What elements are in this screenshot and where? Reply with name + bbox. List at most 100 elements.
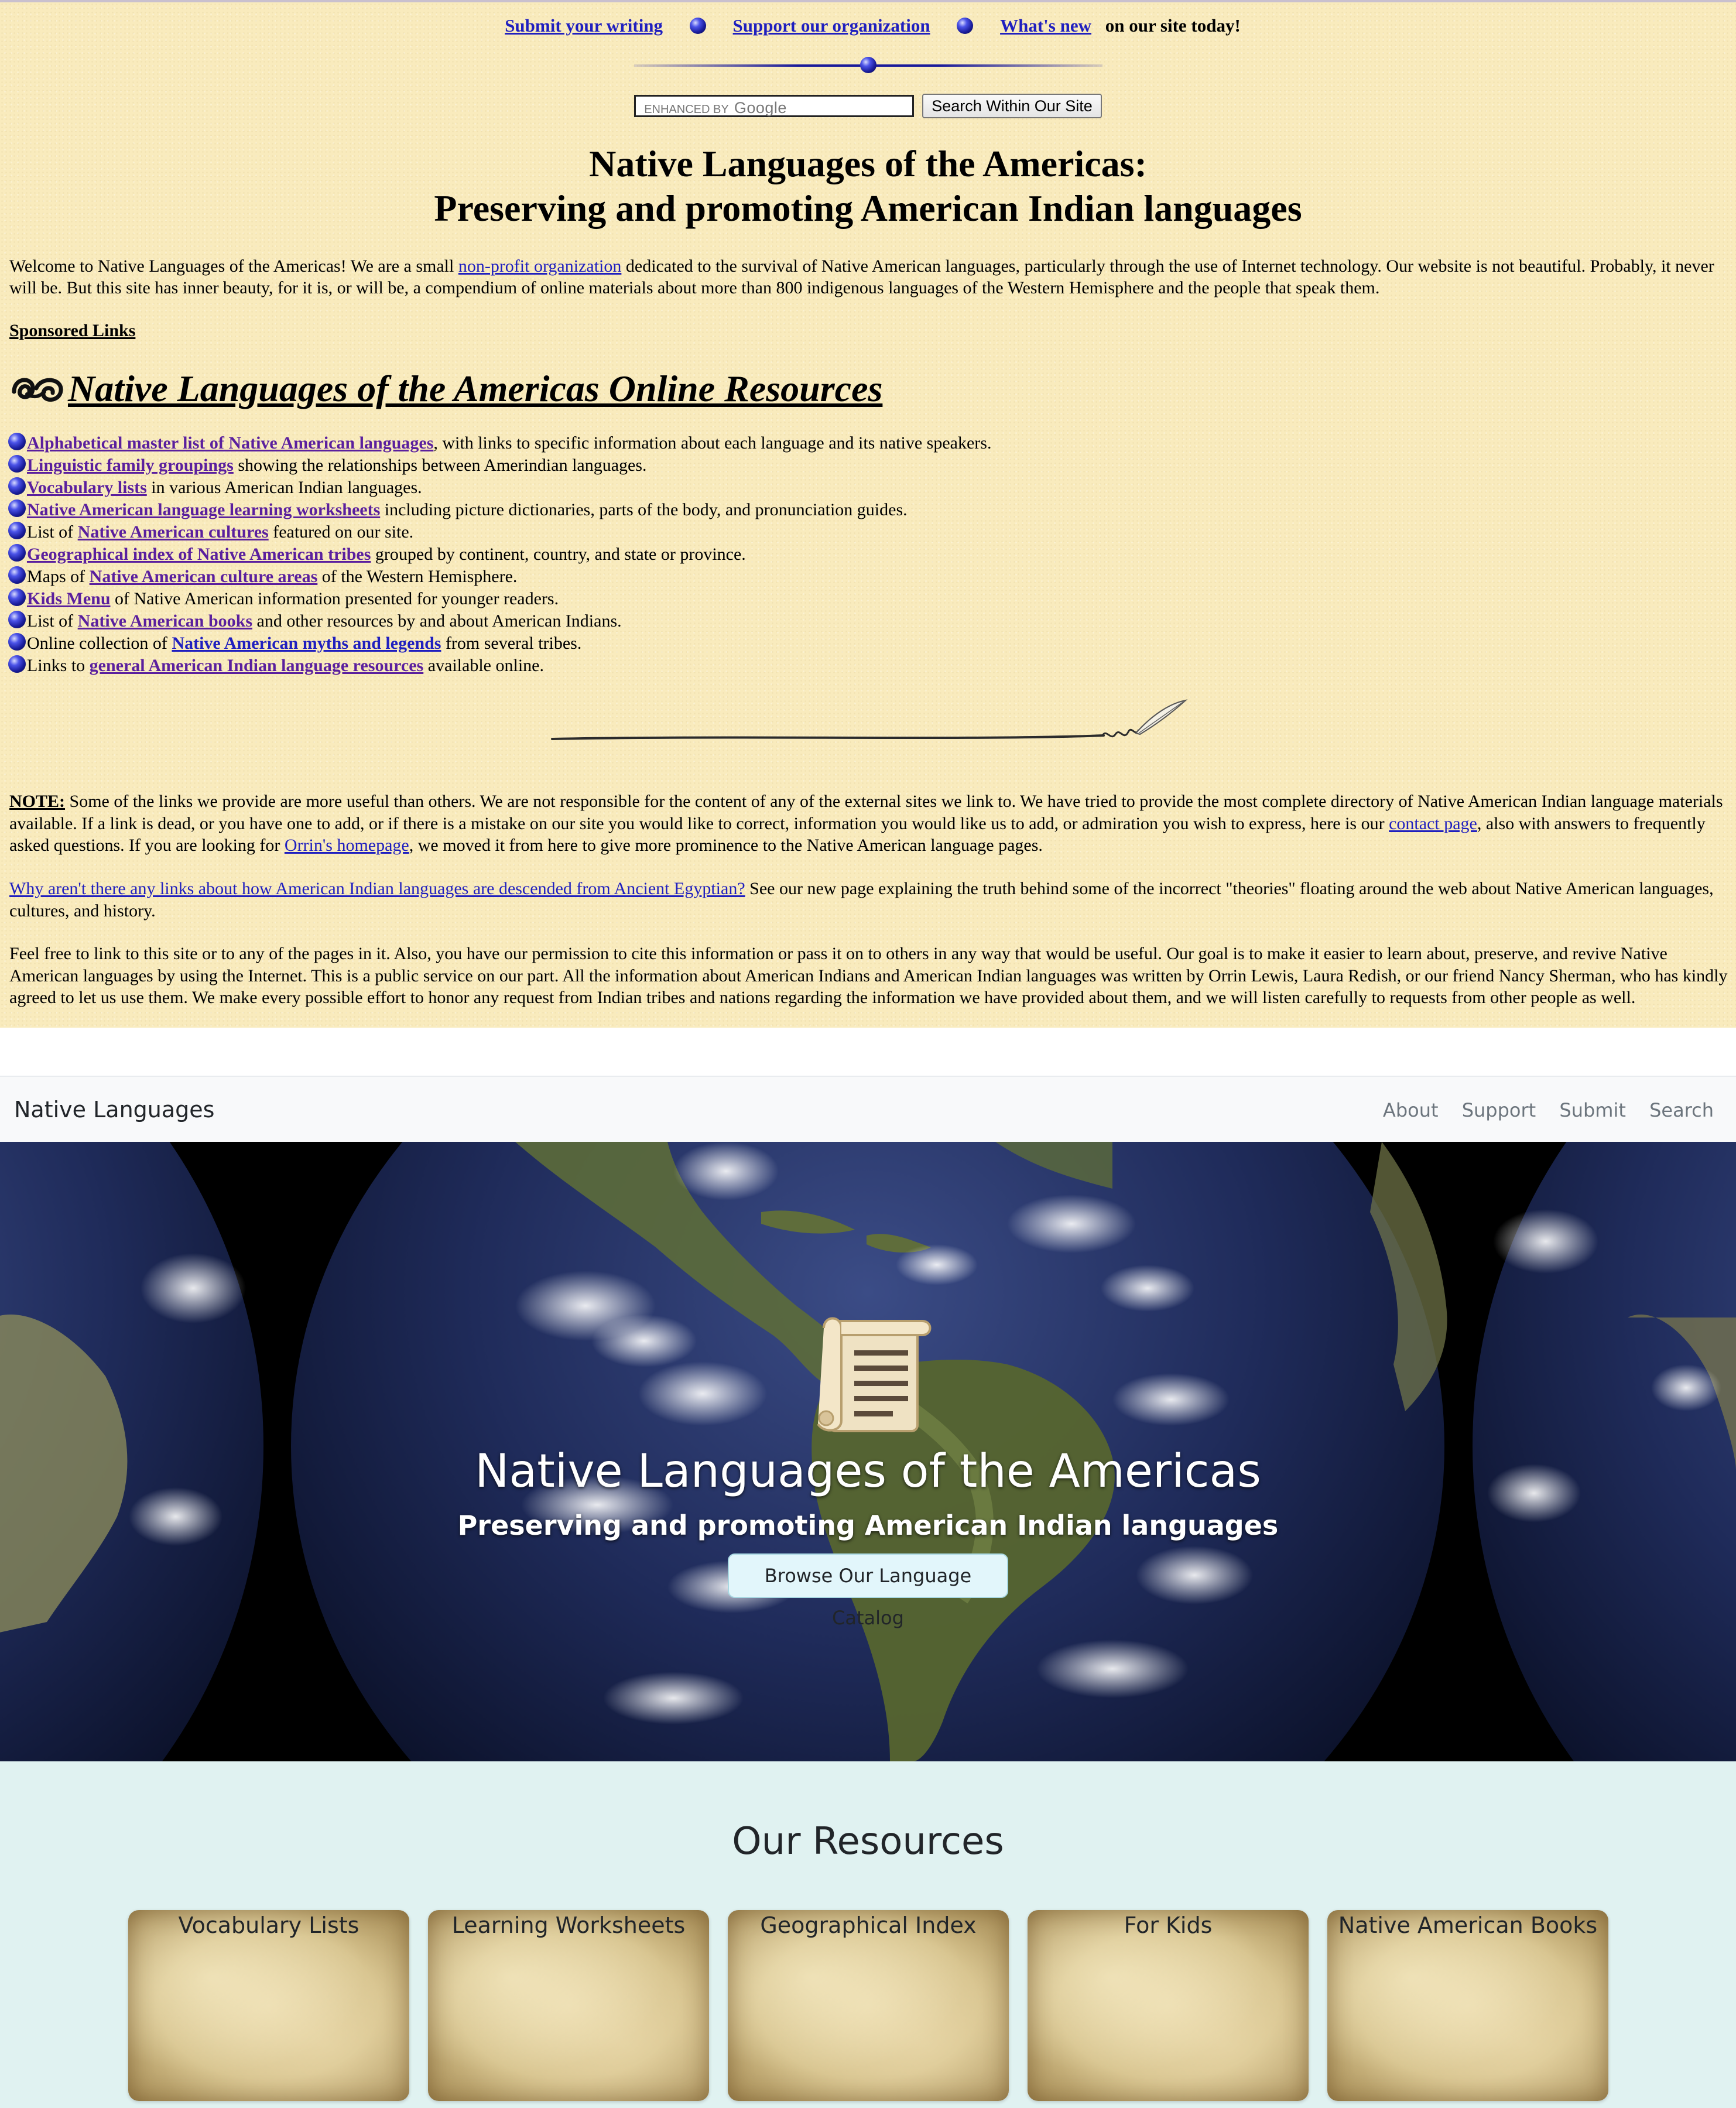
google-brand-text: Google <box>734 99 787 117</box>
contact-page-link[interactable]: contact page <box>1389 814 1477 833</box>
resource-list: Alphabetical master list of Native Ameri… <box>8 432 991 677</box>
culture-areas-link[interactable]: Native American culture areas <box>90 567 318 586</box>
list-item-post: from several tribes. <box>441 634 582 653</box>
list-item-post: of the Western Hemisphere. <box>317 567 518 586</box>
resource-card-books[interactable]: Native American Books <box>1327 1910 1608 2101</box>
page-title-line2: Preserving and promoting American Indian… <box>434 187 1302 229</box>
whats-new-tail-text: on our site today! <box>1105 15 1241 36</box>
blue-sphere-bullet-icon <box>8 655 26 673</box>
blue-sphere-bullet-icon <box>8 544 26 562</box>
egyptian-theory-link[interactable]: Why aren't there any links about how Ame… <box>9 879 745 898</box>
list-item: List of Native American cultures feature… <box>8 521 991 543</box>
page-title-line1: Native Languages of the Americas: <box>589 143 1147 184</box>
resource-card-title: Geographical Index <box>760 1912 977 1938</box>
list-item-pre: List of <box>27 611 78 631</box>
list-item-post: in various American Indian languages. <box>146 478 422 497</box>
resource-card-worksheets[interactable]: Learning Worksheets <box>428 1910 709 2101</box>
list-item-post: of Native American information presented… <box>110 589 559 608</box>
cultures-link[interactable]: Native American cultures <box>78 522 269 542</box>
blue-sphere-bullet-icon <box>8 566 26 584</box>
blue-sphere-bullet-icon <box>8 611 26 628</box>
kids-menu-link[interactable]: Kids Menu <box>27 589 111 608</box>
list-item: Kids Menu of Native American information… <box>8 588 991 610</box>
list-item: List of Native American books and other … <box>8 610 991 632</box>
nav-submit[interactable]: Submit <box>1559 1099 1626 1121</box>
resource-card-for-kids[interactable]: For Kids <box>1028 1910 1309 2101</box>
blue-sphere-bullet-icon <box>8 588 26 606</box>
family-groupings-link[interactable]: Linguistic family groupings <box>27 456 234 475</box>
non-profit-link[interactable]: non-profit organization <box>458 256 622 276</box>
nav-search[interactable]: Search <box>1649 1099 1714 1121</box>
resource-card-geographical-index[interactable]: Geographical Index <box>728 1910 1009 2101</box>
blue-sphere-bullet-icon <box>8 477 26 495</box>
page-title: Native Languages of the Americas: Preser… <box>0 142 1736 231</box>
navbar: Native Languages About Support Submit Se… <box>0 1076 1736 1142</box>
blue-sphere-bullet-icon <box>860 57 876 73</box>
list-item: Alphabetical master list of Native Ameri… <box>8 432 991 454</box>
blue-sphere-bullet-icon <box>8 433 26 450</box>
note-label: NOTE: <box>9 792 66 811</box>
general-resources-link[interactable]: general American Indian language resourc… <box>90 656 424 675</box>
permission-paragraph: Feel free to link to this site or to any… <box>9 944 1728 1007</box>
site-search: ENHANCED BY Google Search Within Our Sit… <box>0 94 1736 118</box>
list-item-pre: List of <box>27 522 78 542</box>
books-link[interactable]: Native American books <box>78 611 252 631</box>
welcome-text-before: Welcome to Native Languages of the Ameri… <box>9 256 458 276</box>
worksheets-link[interactable]: Native American language learning worksh… <box>27 500 380 519</box>
scroll-icon <box>817 1317 932 1432</box>
list-item-post: available online. <box>423 656 544 675</box>
orrin-homepage-link[interactable]: Orrin's homepage <box>285 836 409 855</box>
myths-legends-link[interactable]: Native American myths and legends <box>172 634 441 653</box>
search-input-label: ENHANCED BY <box>644 103 729 116</box>
legacy-page: Submit your writing Support our organiza… <box>0 0 1736 1028</box>
top-nav: Submit your writing Support our organiza… <box>0 15 1736 36</box>
note-text: , we moved it from here to give more pro… <box>409 836 1043 855</box>
list-item-post: showing the relationships between Amerin… <box>233 456 647 475</box>
resource-card-title: For Kids <box>1124 1912 1213 1938</box>
sponsored-links-label: Sponsored Links <box>9 321 136 340</box>
resources-heading: Native Languages of the Americas Online … <box>9 361 882 417</box>
geographical-index-link[interactable]: Geographical index of Native American tr… <box>27 545 371 564</box>
list-item: Online collection of Native American myt… <box>8 632 991 655</box>
blue-sphere-bullet-icon <box>8 455 26 473</box>
nav-support[interactable]: Support <box>1462 1099 1536 1121</box>
blue-sphere-bullet-icon <box>8 633 26 651</box>
welcome-paragraph: Welcome to Native Languages of the Ameri… <box>9 255 1719 299</box>
google-search-input[interactable]: ENHANCED BY Google <box>634 95 915 117</box>
resource-card-title: Native American Books <box>1338 1912 1598 1938</box>
note-paragraph: NOTE: Some of the links we provide are m… <box>9 791 1728 857</box>
list-item: Geographical index of Native American tr… <box>8 543 991 566</box>
list-item-post: including picture dictionaries, parts of… <box>380 500 908 519</box>
vocabulary-lists-link[interactable]: Vocabulary lists <box>27 478 147 497</box>
support-organization-link[interactable]: Support our organization <box>733 15 930 36</box>
whats-new-link[interactable]: What's new <box>1000 15 1091 36</box>
nav-divider <box>634 56 1102 74</box>
hero-subtitle: Preserving and promoting American Indian… <box>457 1510 1279 1541</box>
submit-writing-link[interactable]: Submit your writing <box>505 15 663 36</box>
list-item-pre: Online collection of <box>27 634 172 653</box>
blue-sphere-bullet-icon <box>8 499 26 517</box>
blue-sphere-bullet-icon <box>689 18 706 34</box>
resources-heading-text: Native Languages of the Americas Online … <box>68 368 883 409</box>
list-item: Native American language learning worksh… <box>8 499 991 521</box>
hero-title: Native Languages of the Americas <box>475 1445 1261 1498</box>
egyptian-theory-paragraph: Why aren't there any links about how Ame… <box>9 878 1728 922</box>
resources-section: Our Resources Vocabulary Lists Learning … <box>0 1761 1736 2108</box>
quill-divider-icon <box>551 699 1188 740</box>
list-item-post: grouped by continent, country, and state… <box>371 545 746 564</box>
master-list-link[interactable]: Alphabetical master list of Native Ameri… <box>27 433 433 453</box>
list-item-pre: Links to <box>27 656 90 675</box>
list-item: Maps of Native American culture areas of… <box>8 566 991 588</box>
resources-section-title: Our Resources <box>732 1820 1004 1863</box>
resource-card-title: Learning Worksheets <box>451 1912 686 1938</box>
list-item-post: , with links to specific information abo… <box>433 433 992 453</box>
nav-about[interactable]: About <box>1383 1099 1439 1121</box>
navbar-links: About Support Submit Search <box>1365 1099 1714 1121</box>
navbar-brand[interactable]: Native Languages <box>14 1097 214 1123</box>
resource-card-vocabulary[interactable]: Vocabulary Lists <box>128 1910 409 2101</box>
list-item-post: and other resources by and about America… <box>252 611 622 631</box>
list-item: Linguistic family groupings showing the … <box>8 454 991 477</box>
browse-catalog-button[interactable]: Browse Our Language Catalog <box>728 1553 1008 1629</box>
swirl-ornament-icon <box>12 378 63 402</box>
search-within-site-button[interactable]: Search Within Our Site <box>922 94 1102 118</box>
